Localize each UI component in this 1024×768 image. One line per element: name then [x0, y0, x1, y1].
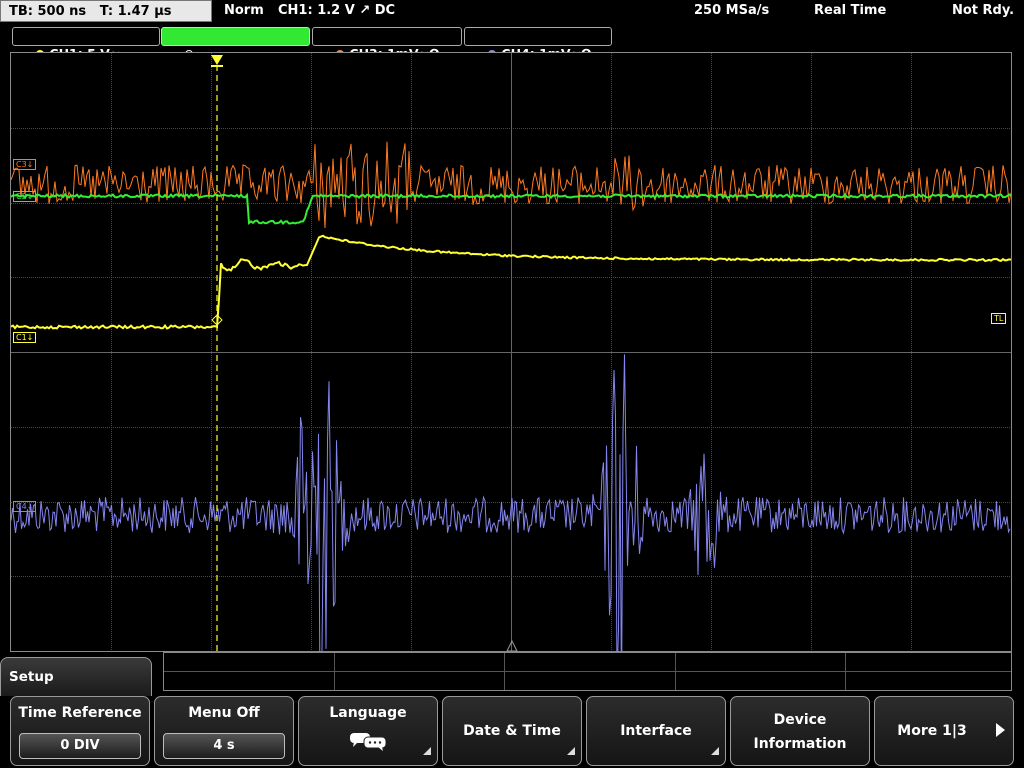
channel-3-label[interactable]: CH3: 1mV≃Ω — [312, 27, 462, 61]
ch2-offset-marker[interactable]: C2↓ — [13, 191, 37, 202]
setup-menu-title: Setup — [0, 657, 152, 697]
menu-off-softkey[interactable]: Menu Off 4 s — [154, 696, 294, 766]
waveform-canvas — [11, 53, 1011, 651]
interface-label: Interface — [620, 723, 692, 739]
status-bar: TB: 500 ns T: 1.47 µs Norm CH1: 1.2 V ↗ … — [0, 0, 1024, 24]
channel-1-label[interactable]: CH1: 5 V≃ — [12, 27, 160, 61]
timebase-readout[interactable]: TB: 500 ns T: 1.47 µs — [0, 0, 212, 22]
device-information-line1: Device — [773, 712, 827, 728]
trigger-position-icon — [211, 55, 223, 65]
channel-labels: CH1: 5 V≃ CH2: 20 mV≃Ω CH3: 1mV≃Ω CH4: 1… — [0, 26, 1024, 61]
language-softkey[interactable]: Language — [298, 696, 438, 766]
sample-rate: 250 MSa/s — [694, 3, 770, 18]
ch4-waveform — [11, 354, 1011, 651]
time-reference-value: 0 DIV — [19, 733, 141, 759]
submenu-indicator-icon — [711, 747, 719, 755]
trigger-position-bar — [211, 65, 223, 67]
ch1-offset-marker[interactable]: C1↓ — [13, 332, 37, 343]
date-time-label: Date & Time — [463, 723, 561, 739]
menu-off-value: 4 s — [163, 733, 285, 759]
time-reference-label: Time Reference — [18, 705, 142, 721]
ch4-offset-marker[interactable]: C4↓ — [13, 501, 37, 512]
device-information-softkey[interactable]: Device Information — [730, 696, 870, 766]
more-softkey[interactable]: More 1|3 — [874, 696, 1014, 766]
trigger-level-marker[interactable]: TL — [991, 313, 1007, 324]
arrow-right-icon — [996, 723, 1005, 737]
interface-softkey[interactable]: Interface — [586, 696, 726, 766]
speech-bubbles-icon — [350, 733, 387, 751]
submenu-indicator-icon — [423, 747, 431, 755]
info-strip — [163, 652, 1012, 691]
menu-off-label: Menu Off — [188, 705, 260, 721]
more-label: More 1|3 — [897, 723, 967, 739]
channel-2-label[interactable]: CH2: 20 mV≃Ω — [161, 27, 310, 61]
acquisition-mode: Real Time — [814, 3, 887, 18]
language-label: Language — [329, 705, 407, 721]
time-reference-softkey[interactable]: Time Reference 0 DIV — [10, 696, 150, 766]
trigger-status: Not Rdy. — [952, 3, 1015, 18]
date-time-softkey[interactable]: Date & Time — [442, 696, 582, 766]
trigger-readout[interactable]: CH1: 1.2 V ↗ DC — [278, 3, 395, 18]
channel-4-label[interactable]: CH4: 1mV≃Ω — [464, 27, 612, 61]
ch3-offset-marker[interactable]: C3↓ — [13, 159, 37, 170]
device-information-line2: Information — [753, 736, 847, 752]
softkey-bar: Time Reference 0 DIV Menu Off 4 s Langua… — [0, 696, 1024, 768]
graticule-grid — [11, 53, 1011, 651]
trigger-mode[interactable]: Norm — [224, 3, 264, 18]
submenu-indicator-icon — [567, 747, 575, 755]
waveform-display[interactable]: C3↓ C2↓ C1↓ C4↓ TL — [10, 52, 1012, 652]
